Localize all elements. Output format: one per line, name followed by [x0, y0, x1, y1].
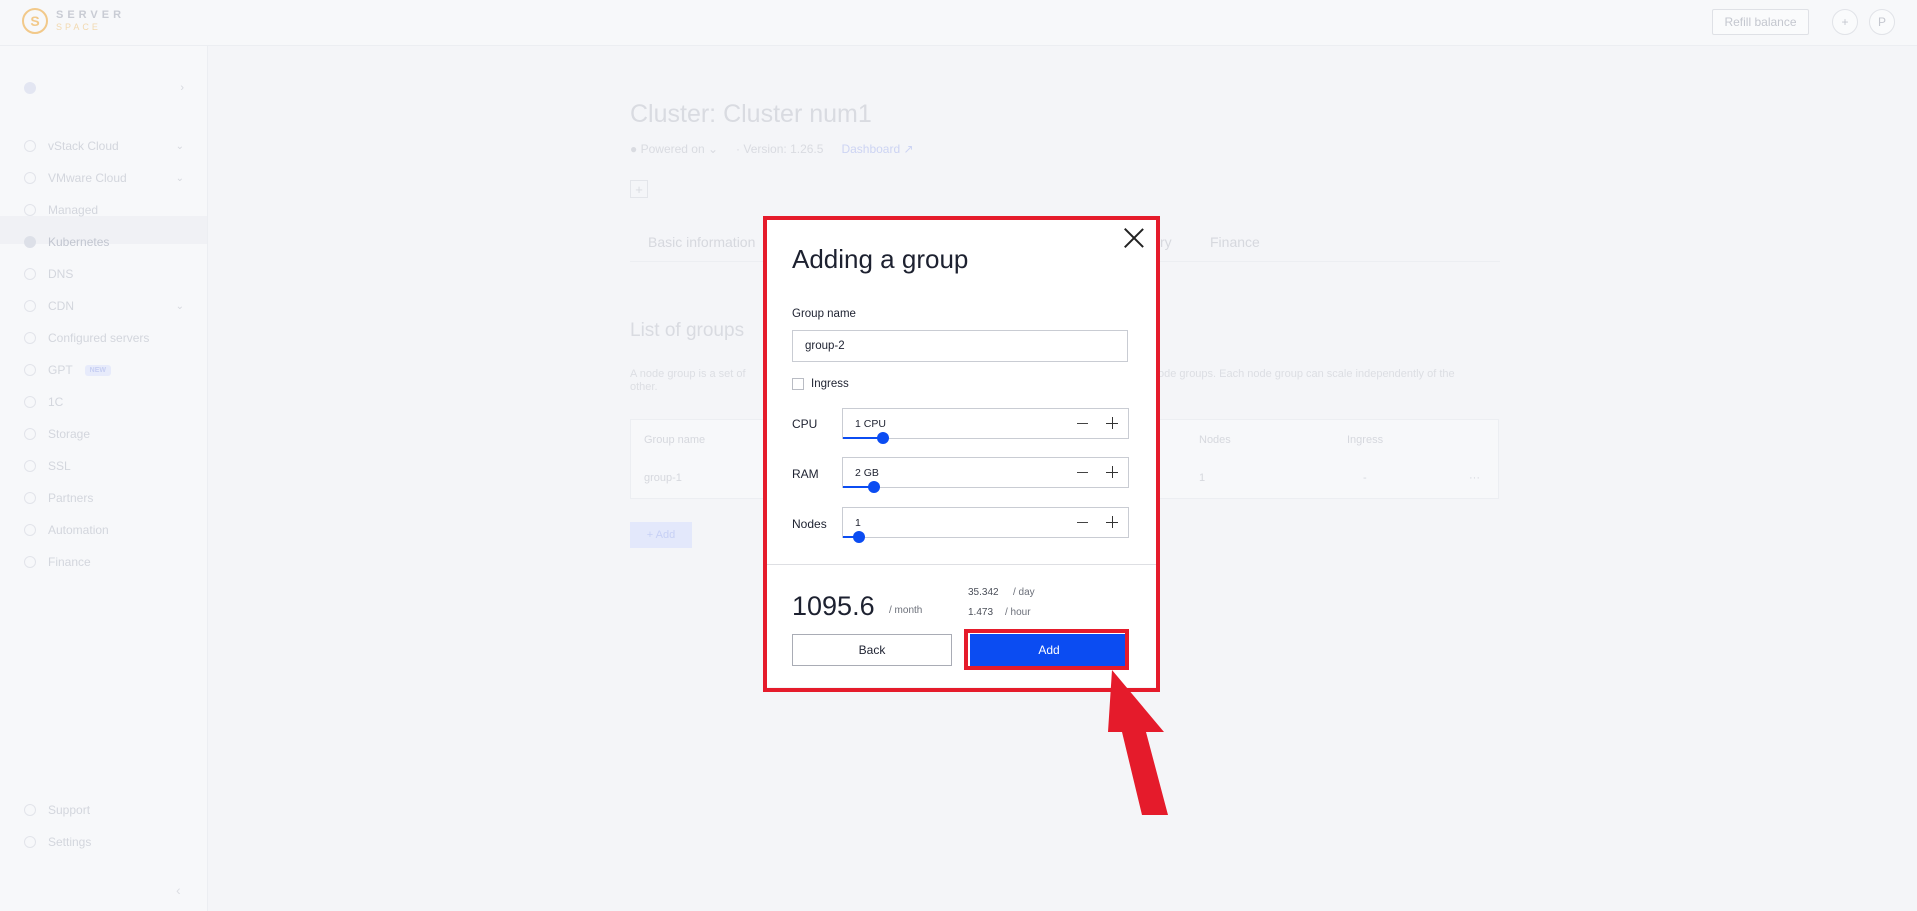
price-day-unit: / day [1013, 587, 1035, 598]
price-hour-unit: / hour [1005, 607, 1031, 618]
nodes-slider-thumb[interactable] [852, 531, 865, 543]
sidebar-item-finance[interactable]: Finance [24, 552, 184, 572]
col-group-name: Group name [644, 434, 706, 446]
sidebar-item-configured-servers[interactable]: Configured servers [24, 328, 184, 348]
col-ingress: Ingress [1347, 434, 1384, 446]
sidebar-item-managed[interactable]: Managed [24, 200, 184, 220]
sidebar-item-support[interactable]: Support [24, 800, 184, 820]
price-month-unit: / month [889, 605, 923, 616]
cpu-value: 1 CPU [855, 418, 886, 430]
nodes-decrement-icon[interactable] [1076, 516, 1090, 530]
account-switcher[interactable]: › [24, 78, 184, 98]
logo-text-line1: SERVER [56, 9, 126, 21]
sidebar-item-dns[interactable]: DNS [24, 264, 184, 284]
table-row-nodes: 1 [1199, 472, 1206, 484]
finance-icon [24, 556, 36, 568]
chevron-down-icon: ⌄ [175, 172, 184, 184]
support-icon [24, 804, 36, 816]
close-icon[interactable] [1123, 227, 1145, 249]
server-icon [24, 332, 36, 344]
cluster-version: · Version: 1.26.5 [736, 142, 824, 156]
partners-icon [24, 492, 36, 504]
sidebar-item-automation[interactable]: Automation [24, 520, 184, 540]
gear-icon [24, 836, 36, 848]
kubernetes-icon [24, 236, 36, 248]
refill-balance-button[interactable]: Refill balance [1712, 9, 1809, 35]
tab-finance[interactable]: Finance [1210, 234, 1260, 250]
ram-stepper: 2 GB [842, 457, 1129, 493]
modal-divider [767, 564, 1156, 565]
table-row-ingress: - [1363, 472, 1367, 484]
sidebar-item-partners[interactable]: Partners [24, 488, 184, 508]
tab-history[interactable]: ry [1160, 234, 1172, 250]
cpu-stepper: 1 CPU [842, 408, 1129, 444]
row-menu-icon[interactable]: ··· [1469, 472, 1480, 484]
gpt-icon [24, 364, 36, 376]
cpu-decrement-icon[interactable] [1076, 417, 1090, 431]
cluster-meta: ● Powered on ⌄ · Version: 1.26.5 Dashboa… [630, 142, 914, 156]
price-per-day: 35.342 [968, 587, 999, 598]
sidebar-item-settings[interactable]: Settings [24, 832, 184, 852]
modal-title: Adding a group [792, 244, 969, 274]
network-icon [24, 300, 36, 312]
sidebar-item-vstack-cloud[interactable]: vStack Cloud ⌄ [24, 136, 184, 156]
pointer-arrow-icon [1108, 670, 1168, 815]
nodes-stepper: 1 [842, 507, 1129, 543]
ram-increment-icon[interactable] [1105, 465, 1119, 479]
sidebar-item-vmware-cloud[interactable]: VMware Cloud ⌄ [24, 168, 184, 188]
globe-icon [24, 268, 36, 280]
sidebar-item-cdn[interactable]: CDN ⌄ [24, 296, 184, 316]
ingress-checkbox[interactable] [792, 378, 804, 390]
group-name-input[interactable] [792, 330, 1128, 362]
dashboard-link[interactable]: Dashboard ↗ [841, 142, 913, 156]
price-per-hour: 1.473 [968, 607, 994, 618]
logo-mark-icon: S [22, 8, 48, 34]
add-group-button[interactable]: + Add [630, 522, 692, 548]
chevron-right-icon: › [180, 82, 184, 94]
nodes-increment-icon[interactable] [1105, 515, 1119, 529]
price-per-month: 1095.6 [792, 591, 875, 621]
sidebar: › vStack Cloud ⌄ VMware Cloud ⌄ Managed Ku… [0, 46, 208, 911]
add-tag-button[interactable]: + [630, 180, 648, 198]
sidebar-item-ssl[interactable]: SSL [24, 456, 184, 476]
tab-basic-information[interactable]: Basic information [648, 234, 755, 250]
sidebar-item-1c[interactable]: 1C [24, 392, 184, 412]
top-bar: S SERVER SPACE Refill balance + P [0, 0, 1917, 46]
add-icon[interactable]: + [1832, 9, 1858, 35]
1c-icon [24, 396, 36, 408]
cpu-label: CPU [792, 417, 818, 431]
ram-label: RAM [792, 467, 819, 481]
chevron-down-icon: ⌄ [175, 140, 184, 152]
cloud-icon [24, 172, 36, 184]
nodes-label: Nodes [792, 517, 827, 531]
page-title: Cluster: Cluster num1 [630, 100, 872, 128]
list-of-groups-title: List of groups [630, 320, 745, 341]
user-avatar[interactable]: P [1869, 9, 1895, 35]
cluster-status: ● Powered on ⌄ [630, 142, 719, 156]
sidebar-item-kubernetes[interactable]: Kubernetes [24, 232, 184, 252]
group-name-label: Group name [792, 308, 856, 320]
storage-icon [24, 428, 36, 440]
chevron-down-icon: ⌄ [175, 300, 184, 312]
collapse-sidebar-icon[interactable]: ‹ [176, 882, 181, 898]
sidebar-item-storage[interactable]: Storage [24, 424, 184, 444]
logo-text-line2: SPACE [56, 22, 101, 32]
automation-icon [24, 524, 36, 536]
user-icon [24, 204, 36, 216]
cpu-slider-thumb[interactable] [876, 432, 889, 444]
cpu-increment-icon[interactable] [1105, 416, 1119, 430]
lock-icon [24, 460, 36, 472]
logo[interactable]: S SERVER SPACE [22, 8, 125, 34]
new-badge: NEW [84, 364, 112, 376]
cloud-icon [24, 140, 36, 152]
nodes-value: 1 [855, 517, 861, 529]
col-nodes: Nodes [1199, 434, 1231, 446]
ingress-label: Ingress [811, 378, 849, 390]
account-avatar-icon [24, 82, 36, 94]
sidebar-item-gpt[interactable]: GPT NEW [24, 360, 184, 380]
table-row-group-name: group-1 [644, 472, 682, 484]
back-button[interactable]: Back [792, 634, 952, 666]
ram-decrement-icon[interactable] [1076, 466, 1090, 480]
ram-value: 2 GB [855, 467, 879, 479]
